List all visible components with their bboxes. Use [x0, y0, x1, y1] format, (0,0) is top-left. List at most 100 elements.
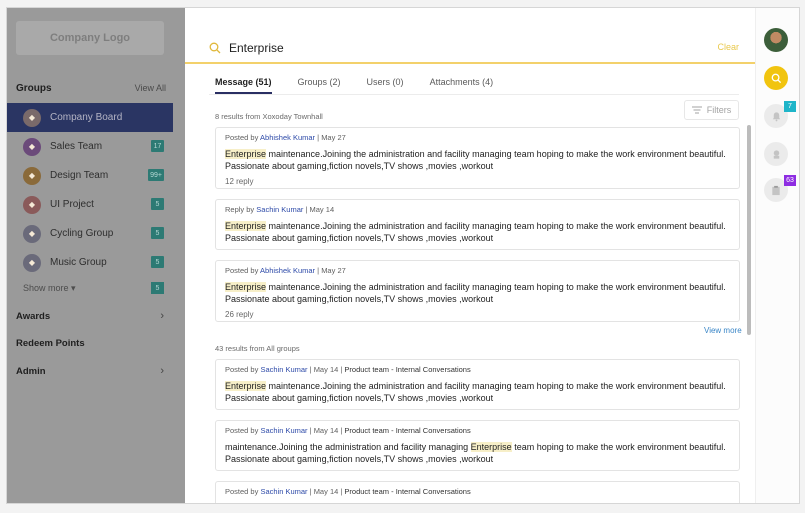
group-avatar-icon: ◆	[23, 166, 41, 185]
sidebar-item-music-group[interactable]: ◆ Music Group 5	[7, 248, 173, 277]
sidebar-item-company-board[interactable]: ◆ Company Board	[7, 103, 173, 132]
result-body: Enterprise maintenance.Joining the admin…	[225, 281, 730, 305]
sidebar-item-design-team[interactable]: ◆ Design Team 99+	[7, 161, 173, 190]
tab-users[interactable]: Users (0)	[367, 77, 404, 94]
meta-prefix: Reply by	[225, 205, 255, 214]
meta-prefix: Posted by	[225, 365, 259, 374]
body-text: maintenance.Joining the administration a…	[225, 282, 726, 304]
author-link[interactable]: Sachin Kumar	[256, 205, 303, 214]
results-scrollbar[interactable]	[747, 125, 751, 335]
post-date: May 27	[321, 266, 346, 275]
redeem-points-label: Redeem Points	[16, 338, 85, 349]
result-meta: Posted by Sachin Kumar | May 14 | Produc…	[225, 365, 471, 374]
app-frame: Company Logo Groups View All ◆ Company B…	[6, 7, 800, 504]
bell-icon	[772, 111, 780, 121]
result-meta: Posted by Sachin Kumar | May 14 | Produc…	[225, 426, 471, 435]
group-avatar-icon: ◆	[23, 108, 41, 127]
chevron-right-icon: ›	[160, 365, 164, 377]
group-name[interactable]: Product team - Internal Conversations	[344, 426, 470, 435]
sidebar-item-sales-team[interactable]: ◆ Sales Team 17	[7, 132, 173, 161]
author-link[interactable]: Abhishek Kumar	[260, 266, 315, 275]
result-tabs: Message (51) Groups (2) Users (0) Attach…	[215, 77, 519, 94]
chevron-down-icon: ▾	[71, 283, 76, 293]
tab-groups[interactable]: Groups (2)	[298, 77, 341, 94]
search-icon	[771, 73, 781, 83]
unread-badge: 99+	[148, 169, 164, 181]
body-pre: maintenance.Joining the administration a…	[225, 442, 471, 452]
group-label: Music Group	[50, 257, 107, 268]
sidebar: Company Logo Groups View All ◆ Company B…	[7, 8, 185, 503]
group-label: Company Board	[50, 112, 123, 123]
clear-button[interactable]: Clear	[717, 42, 739, 52]
body-text: maintenance.Joining the administration a…	[225, 149, 726, 171]
user-avatar[interactable]	[764, 28, 788, 52]
result-meta: Reply by Sachin Kumar | May 14	[225, 205, 335, 214]
post-date: May 14	[309, 205, 335, 214]
sidebar-item-awards[interactable]: Awards ›	[16, 310, 164, 322]
search-rail-button[interactable]	[764, 66, 788, 90]
result-meta: Posted by Abhishek Kumar | May 27	[225, 133, 346, 142]
highlight: Enterprise	[225, 149, 267, 159]
group-avatar-icon: ◆	[23, 224, 41, 243]
result-body: Enterprise maintenance.Joining the admin…	[225, 220, 730, 244]
search-underline	[185, 62, 755, 64]
result-card[interactable]: Posted by Abhishek Kumar | May 27 Enterp…	[215, 260, 740, 322]
author-link[interactable]: Sachin Kumar	[260, 487, 307, 496]
search-panel: Enterprise Clear Message (51) Groups (2)…	[185, 8, 755, 503]
show-more-link[interactable]: Show more ▾	[23, 283, 76, 294]
search-input[interactable]: Enterprise	[229, 41, 284, 55]
highlight: Enterprise	[225, 381, 267, 391]
result-meta: Posted by Sachin Kumar | May 14 | Produc…	[225, 487, 471, 496]
rewards-button[interactable]	[764, 142, 788, 166]
result-card[interactable]: Posted by Sachin Kumar | May 14 | Produc…	[215, 359, 740, 410]
result-card[interactable]: Posted by Sachin Kumar | May 14 | Produc…	[215, 420, 740, 471]
section-results-info: 8 results from Xoxoday Townhall	[215, 112, 323, 121]
show-more-label: Show more	[23, 283, 69, 293]
post-date: May 14	[313, 365, 339, 374]
result-body: Enterprise maintenance.Joining the admin…	[225, 148, 730, 172]
unread-badge: 5	[151, 198, 164, 210]
result-card[interactable]: Reply by Sachin Kumar | May 14 Enterpris…	[215, 199, 740, 250]
tab-attachments[interactable]: Attachments (4)	[430, 77, 494, 94]
view-all-link[interactable]: View All	[135, 83, 166, 94]
group-name[interactable]: Product team - Internal Conversations	[344, 365, 470, 374]
right-rail: 7 63	[755, 8, 799, 503]
group-avatar-icon: ◆	[23, 137, 41, 156]
post-date: May 14	[313, 487, 339, 496]
highlight: Enterprise	[225, 282, 267, 292]
sidebar-item-admin[interactable]: Admin ›	[16, 365, 164, 377]
sidebar-item-redeem-points[interactable]: Redeem Points	[16, 338, 164, 349]
unread-badge: 5	[151, 256, 164, 268]
company-logo: Company Logo	[16, 21, 164, 55]
group-name[interactable]: Product team - Internal Conversations	[344, 487, 470, 496]
meta-prefix: Posted by	[225, 266, 259, 275]
groups-title: Groups	[16, 83, 52, 94]
show-more-badge: 5	[151, 282, 164, 294]
author-link[interactable]: Abhishek Kumar	[260, 133, 315, 142]
reply-count[interactable]: 12 reply	[225, 177, 730, 186]
result-card[interactable]: Posted by Abhishek Kumar | May 27 Enterp…	[215, 127, 740, 189]
awards-label: Awards	[16, 310, 51, 322]
author-link[interactable]: Sachin Kumar	[260, 365, 307, 374]
group-avatar-icon: ◆	[23, 195, 41, 214]
reply-count[interactable]: 26 reply	[225, 310, 730, 319]
highlight: Enterprise	[470, 442, 512, 452]
admin-label: Admin	[16, 365, 46, 377]
clipboard-icon	[772, 185, 780, 195]
post-date: May 14	[313, 426, 339, 435]
group-label: Cycling Group	[50, 228, 114, 239]
filters-button[interactable]: Filters	[684, 100, 739, 120]
sidebar-item-ui-project[interactable]: ◆ UI Project 5	[7, 190, 173, 219]
search-bar[interactable]: Enterprise Clear	[209, 40, 739, 56]
tasks-badge: 63	[784, 175, 796, 186]
unread-badge: 5	[151, 227, 164, 239]
result-card[interactable]: Posted by Sachin Kumar | May 14 | Produc…	[215, 481, 740, 503]
sidebar-item-cycling-group[interactable]: ◆ Cycling Group 5	[7, 219, 173, 248]
chevron-right-icon: ›	[160, 310, 164, 322]
result-body: maintenance.Joining the administration a…	[225, 441, 730, 465]
view-more-link[interactable]: View more	[704, 326, 742, 335]
author-link[interactable]: Sachin Kumar	[260, 426, 307, 435]
result-meta: Posted by Abhishek Kumar | May 27	[225, 266, 346, 275]
group-label: UI Project	[50, 199, 94, 210]
tab-message[interactable]: Message (51)	[215, 77, 272, 94]
